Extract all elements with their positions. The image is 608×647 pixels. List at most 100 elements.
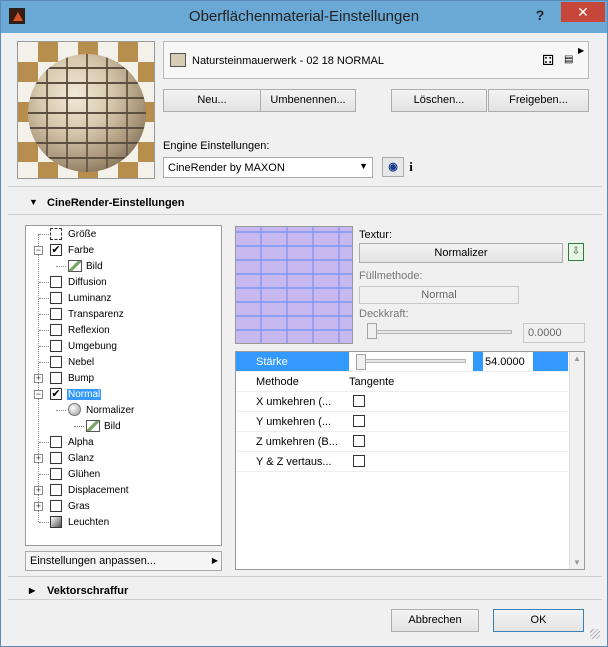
expand-icon[interactable]: + <box>34 486 43 495</box>
texture-button[interactable]: Normalizer <box>359 243 563 263</box>
checkbox-glanz[interactable] <box>50 452 62 464</box>
layers-icon[interactable]: ⚃ <box>542 52 562 68</box>
customize-settings-button[interactable]: Einstellungen anpassen... ▶ <box>25 551 222 571</box>
tree-item-displacement[interactable]: + Displacement <box>26 482 216 498</box>
strength-slider-thumb[interactable] <box>356 354 366 370</box>
strength-field[interactable]: 54.0000 <box>483 352 533 371</box>
method-label: Methode <box>256 376 299 388</box>
tree-item-normal-bild[interactable]: Bild <box>26 418 216 434</box>
tree-item-gras[interactable]: + Gras <box>26 498 216 514</box>
checkbox-nebel[interactable] <box>50 356 62 368</box>
vertical-scrollbar[interactable]: ▲ ▼ <box>569 352 584 569</box>
scroll-down-icon[interactable]: ▼ <box>573 558 581 567</box>
new-button[interactable]: Neu... <box>163 89 261 112</box>
tree-label: Diffusion <box>68 277 107 288</box>
scroll-up-icon[interactable]: ▲ <box>573 354 581 363</box>
delete-button[interactable]: Löschen... <box>391 89 487 112</box>
tree-label: Glanz <box>68 453 95 464</box>
close-button[interactable]: ✕ <box>561 2 605 22</box>
expand-icon[interactable]: + <box>34 374 43 383</box>
tree-item-leuchten[interactable]: Leuchten <box>26 514 216 530</box>
tree-item-reflexion[interactable]: Reflexion <box>26 322 216 338</box>
tree-label: Größe <box>68 229 97 240</box>
resize-grip[interactable] <box>590 629 600 639</box>
collapse-icon[interactable]: − <box>34 246 43 255</box>
expand-icon[interactable]: + <box>34 502 43 511</box>
share-button[interactable]: Freigeben... <box>488 89 589 112</box>
tree-item-alpha[interactable]: Alpha <box>26 434 216 450</box>
param-row-method[interactable]: Methode Tangente <box>236 372 568 392</box>
section-cinerender[interactable]: ▼ CineRender-Einstellungen <box>15 193 602 213</box>
tree-label: Transparenz <box>68 309 124 320</box>
tree-item-glanz[interactable]: + Glanz <box>26 450 216 466</box>
tree-item-normal[interactable]: − ✔ Normal <box>26 386 216 402</box>
engine-value: CineRender by MAXON <box>168 162 285 174</box>
checkbox-normal[interactable]: ✔ <box>50 388 62 400</box>
tree-item-luminanz[interactable]: Luminanz <box>26 290 216 306</box>
document-icon[interactable]: ▤ <box>564 53 576 67</box>
checkbox-alpha[interactable] <box>50 436 62 448</box>
swap-yz-checkbox[interactable] <box>353 455 365 467</box>
tree-item-gluehen[interactable]: Glühen <box>26 466 216 482</box>
tree-label: Alpha <box>68 437 94 448</box>
tree-label: Reflexion <box>68 325 110 336</box>
checkbox-transparenz[interactable] <box>50 308 62 320</box>
strength-slider-track <box>358 359 466 363</box>
param-label: Z umkehren (B... <box>256 436 338 448</box>
invert-x-checkbox[interactable] <box>353 395 365 407</box>
tree-item-groesse[interactable]: Größe <box>26 226 216 242</box>
material-selector[interactable]: Natursteinmauerwerk - 02 18 NORMAL ⚃ ▤ ▶ <box>163 41 589 79</box>
checkbox-reflexion[interactable] <box>50 324 62 336</box>
checkbox-displacement[interactable] <box>50 484 62 496</box>
engine-dropdown[interactable]: CineRender by MAXON ▼ <box>163 157 373 178</box>
checkbox-farbe[interactable]: ✔ <box>50 244 62 256</box>
stone-sphere-preview <box>28 54 146 172</box>
param-row-invert-x[interactable]: X umkehren (... <box>236 392 568 412</box>
cinerender-icon[interactable]: ◉ <box>382 157 404 177</box>
cancel-button[interactable]: Abbrechen <box>391 609 479 632</box>
channel-tree[interactable]: Größe − ✔ Farbe Bild Diffusion Luminanz <box>25 225 222 546</box>
expand-icon[interactable]: + <box>34 454 43 463</box>
tree-item-farbe[interactable]: − ✔ Farbe <box>26 242 216 258</box>
checkbox-luminanz[interactable] <box>50 292 62 304</box>
checkbox-umgebung[interactable] <box>50 340 62 352</box>
dialog-content: Natursteinmauerwerk - 02 18 NORMAL ⚃ ▤ ▶… <box>8 33 602 641</box>
tree-item-bump[interactable]: + Bump <box>26 370 216 386</box>
rename-button[interactable]: Umbenennen... <box>260 89 356 112</box>
method-value[interactable]: Tangente <box>349 376 394 388</box>
invert-y-checkbox[interactable] <box>353 415 365 427</box>
tree-label: Bump <box>68 373 95 384</box>
checkbox-diffusion[interactable] <box>50 276 62 288</box>
param-row-strength[interactable]: Stärke 54.0000 <box>236 352 568 372</box>
opacity-label: Deckkraft: <box>359 308 409 320</box>
checkbox-gluehen[interactable] <box>50 468 62 480</box>
param-row-invert-y[interactable]: Y umkehren (... <box>236 412 568 432</box>
texture-load-icon[interactable]: ⇩ <box>568 243 584 261</box>
title-bar[interactable]: Oberflächenmaterial-Einstellungen ? ✕ <box>1 1 607 33</box>
tree-item-diffusion[interactable]: Diffusion <box>26 274 216 290</box>
tree-item-normalizer[interactable]: Normalizer <box>26 402 216 418</box>
info-icon[interactable]: i <box>404 157 418 177</box>
checkbox-gras[interactable] <box>50 500 62 512</box>
material-preview <box>17 41 155 179</box>
tree-item-nebel[interactable]: Nebel <box>26 354 216 370</box>
tree-label: Bild <box>104 421 121 432</box>
texture-label: Textur: <box>359 229 393 241</box>
tree-item-umgebung[interactable]: Umgebung <box>26 338 216 354</box>
chevron-right-icon[interactable]: ▶ <box>578 46 584 55</box>
shader-sphere-icon <box>68 403 81 416</box>
param-row-invert-z[interactable]: Z umkehren (B... <box>236 432 568 452</box>
ok-button[interactable]: OK <box>493 609 584 632</box>
dialog-window: Oberflächenmaterial-Einstellungen ? ✕ Na… <box>0 0 608 647</box>
window-title: Oberflächenmaterial-Einstellungen <box>188 8 420 25</box>
checkbox-bump[interactable] <box>50 372 62 384</box>
tree-item-farbe-bild[interactable]: Bild <box>26 258 216 274</box>
section-vector-hatching[interactable]: ▶ Vektorschraffur <box>15 581 602 601</box>
tree-item-transparenz[interactable]: Transparenz <box>26 306 216 322</box>
opacity-field: 0.0000 <box>523 323 585 343</box>
param-row-swap-yz[interactable]: Y & Z vertaus... <box>236 452 568 472</box>
collapse-icon[interactable]: − <box>34 390 43 399</box>
param-label: Y umkehren (... <box>256 416 331 428</box>
invert-z-checkbox[interactable] <box>353 435 365 447</box>
help-button[interactable]: ? <box>529 5 551 25</box>
